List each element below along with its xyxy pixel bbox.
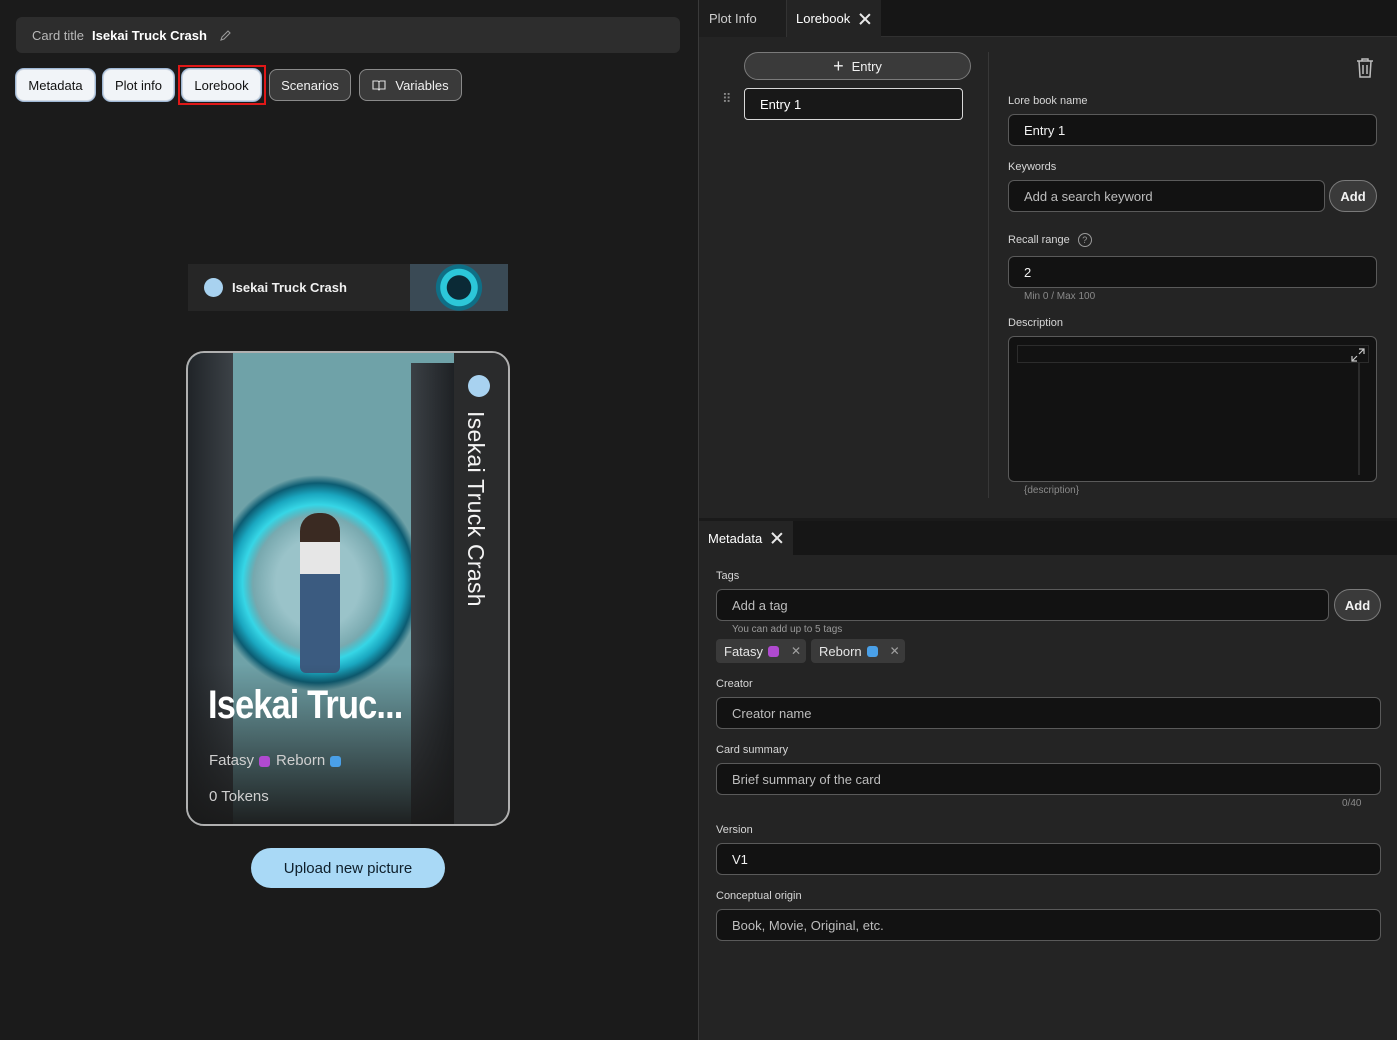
crystal-ball-icon bbox=[259, 755, 271, 767]
close-icon[interactable] bbox=[859, 13, 871, 25]
close-icon[interactable] bbox=[771, 532, 783, 544]
add-tag-button[interactable]: Add bbox=[1334, 589, 1381, 621]
lorebook-highlight bbox=[178, 65, 266, 105]
book-icon bbox=[372, 80, 386, 91]
drag-handle-icon[interactable]: ⠿ bbox=[722, 92, 732, 112]
banner-title: Isekai Truck Crash bbox=[232, 280, 347, 295]
tab-lorebook[interactable]: Lorebook bbox=[787, 0, 881, 37]
refresh-icon bbox=[330, 755, 342, 767]
tag-chip-reborn: Reborn ✕ bbox=[811, 639, 905, 663]
conceptual-origin-input[interactable]: Book, Movie, Original, etc. bbox=[716, 909, 1381, 941]
card-title-bar: Card title Isekai Truck Crash bbox=[16, 17, 680, 53]
keyword-input[interactable]: Add a search keyword bbox=[1008, 180, 1325, 212]
recall-range-hint: Min 0 / Max 100 bbox=[1024, 291, 1096, 302]
metadata-button[interactable]: Metadata bbox=[16, 69, 95, 101]
pencil-icon[interactable] bbox=[219, 29, 232, 42]
help-circle-icon[interactable]: ? bbox=[1077, 233, 1092, 247]
card-banner[interactable]: Isekai Truck Crash bbox=[188, 264, 508, 311]
card-summary-input[interactable]: Brief summary of the card bbox=[716, 763, 1381, 795]
variables-label: Variables bbox=[395, 77, 449, 93]
tags-hint: You can add up to 5 tags bbox=[732, 624, 843, 635]
banner-thumbnail bbox=[410, 264, 508, 311]
version-label: Version bbox=[716, 824, 753, 836]
book-icon bbox=[204, 278, 223, 297]
description-textarea[interactable] bbox=[1008, 336, 1377, 482]
card-preview: Isekai Truck Crash Isekai Truc... Fatasy… bbox=[186, 351, 510, 826]
tab-metadata[interactable]: Metadata bbox=[699, 521, 793, 555]
description-hint: {description} bbox=[1024, 485, 1080, 496]
expand-icon[interactable] bbox=[1350, 347, 1366, 363]
recall-range-label-row: Recall range? bbox=[1008, 233, 1092, 247]
lorebook-name-input[interactable]: Entry 1 bbox=[1008, 114, 1377, 146]
creator-label: Creator bbox=[716, 678, 753, 690]
crystal-ball-icon bbox=[768, 645, 780, 657]
card-title-label: Card title bbox=[32, 27, 85, 43]
close-icon[interactable]: ✕ bbox=[890, 644, 900, 658]
keywords-label: Keywords bbox=[1008, 161, 1057, 173]
card-side-strip: Isekai Truck Crash bbox=[454, 353, 508, 824]
tag-chip-fatasy: Fatasy ✕ bbox=[716, 639, 806, 663]
trash-icon[interactable] bbox=[1355, 57, 1375, 79]
tab-plot-info[interactable]: Plot Info bbox=[699, 0, 787, 37]
card-vertical-title: Isekai Truck Crash bbox=[463, 411, 489, 607]
summary-char-count: 0/40 bbox=[1342, 798, 1362, 809]
add-keyword-button[interactable]: Add bbox=[1329, 180, 1377, 212]
lorebook-entry-item[interactable]: Entry 1 bbox=[744, 88, 963, 120]
add-entry-button[interactable]: + Entry bbox=[744, 52, 971, 80]
version-input[interactable]: V1 bbox=[716, 843, 1381, 875]
close-icon[interactable]: ✕ bbox=[791, 644, 801, 658]
upload-picture-button[interactable]: Upload new picture bbox=[251, 848, 445, 888]
plot-info-button[interactable]: Plot info bbox=[103, 69, 174, 101]
bottom-tab-bar bbox=[699, 521, 1397, 555]
description-label: Description bbox=[1008, 317, 1064, 329]
recall-range-input[interactable]: 2 bbox=[1008, 256, 1377, 288]
card-title-value: Isekai Truck Crash bbox=[92, 27, 207, 43]
book-icon bbox=[468, 375, 490, 397]
lorebook-name-label: Lore book name bbox=[1008, 95, 1088, 107]
card-tokens: 0 Tokens bbox=[209, 788, 269, 805]
variables-button[interactable]: Variables bbox=[359, 69, 462, 101]
plus-icon: + bbox=[833, 56, 844, 76]
tag-input[interactable]: Add a tag bbox=[716, 589, 1329, 621]
refresh-icon bbox=[866, 645, 878, 657]
conceptual-origin-label: Conceptual origin bbox=[716, 890, 802, 902]
tags-label: Tags bbox=[716, 570, 740, 582]
card-summary-label: Card summary bbox=[716, 744, 789, 756]
scrollbar[interactable] bbox=[1358, 363, 1360, 475]
card-tags: Fatasy Reborn bbox=[209, 752, 342, 769]
scenarios-button[interactable]: Scenarios bbox=[269, 69, 351, 101]
creator-input[interactable]: Creator name bbox=[716, 697, 1381, 729]
lorebook-separator bbox=[988, 52, 989, 498]
card-big-title: Isekai Truc... bbox=[208, 683, 403, 727]
